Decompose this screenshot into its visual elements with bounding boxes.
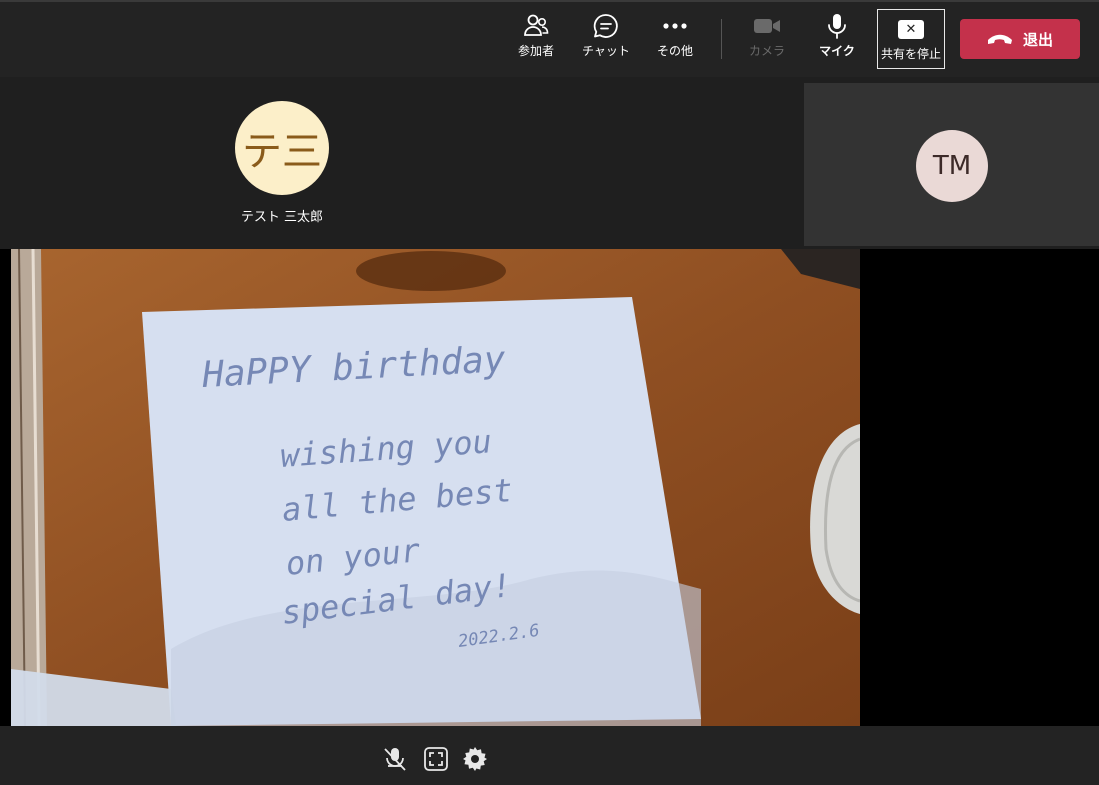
camera-label: カメラ: [748, 44, 785, 58]
more-label: その他: [656, 44, 693, 58]
video-controls-bar: [0, 726, 1099, 785]
hang-up-icon: [987, 30, 1013, 49]
stop-sharing-button[interactable]: ✕ 共有を停止: [877, 9, 945, 69]
participants-button[interactable]: 参加者: [504, 10, 568, 70]
more-icon: [662, 10, 688, 42]
mic-off-icon[interactable]: [382, 746, 408, 772]
leave-button[interactable]: 退出: [960, 19, 1080, 59]
stop-sharing-label: 共有を停止: [880, 47, 941, 61]
participants-label: 参加者: [517, 44, 554, 58]
shared-video: HaPPY birthday wishing you all the best …: [11, 249, 860, 726]
toolbar-divider: [721, 19, 722, 59]
participants-icon: [522, 10, 550, 42]
avatar[interactable]: テ三: [235, 101, 329, 195]
stop-share-icon: ✕: [898, 20, 924, 39]
mic-icon: [826, 10, 848, 42]
participant-name: テスト 三太郎: [240, 210, 324, 225]
fullscreen-icon[interactable]: [423, 746, 449, 772]
chat-label: チャット: [582, 44, 630, 58]
chat-icon: [592, 10, 620, 42]
avatar-self: TM: [916, 130, 988, 202]
chat-button[interactable]: チャット: [574, 10, 638, 70]
settings-icon[interactable]: [462, 746, 488, 772]
mic-label: マイク: [819, 44, 855, 58]
more-button[interactable]: その他: [643, 10, 707, 70]
leave-label: 退出: [1022, 30, 1053, 49]
mic-button[interactable]: マイク: [805, 10, 869, 70]
camera-button[interactable]: カメラ: [735, 10, 799, 70]
camera-icon: [753, 10, 781, 42]
